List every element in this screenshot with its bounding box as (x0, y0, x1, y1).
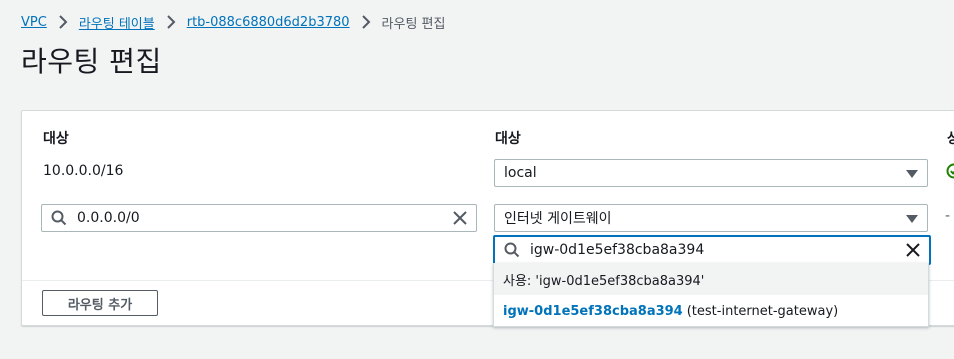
option-internet-gateway[interactable]: igw-0d1e5ef38cba8a394 (test-internet-gat… (494, 295, 928, 327)
target-id-search-field[interactable] (493, 235, 931, 265)
target-options-dropdown: 사용: 'igw-0d1e5ef38cba8a394' igw-0d1e5ef3… (493, 263, 929, 327)
chevron-right-icon (356, 12, 376, 32)
clear-icon[interactable] (905, 242, 921, 258)
target-select-local[interactable]: local (494, 159, 928, 187)
option-use-typed-value[interactable]: 사용: 'igw-0d1e5ef38cba8a394' (494, 263, 928, 295)
breadcrumb-vpc[interactable]: VPC (21, 15, 47, 30)
breadcrumb-route-tables[interactable]: 라우팅 테이블 (79, 13, 155, 32)
route-destination-value: 10.0.0.0/16 (43, 163, 124, 179)
target-id-input[interactable] (530, 242, 905, 258)
caret-down-icon (906, 170, 918, 178)
breadcrumb-route-table-id[interactable]: rtb-088c6880d6d2b3780 (187, 15, 350, 30)
caret-down-icon (906, 215, 918, 223)
search-icon (504, 242, 520, 258)
page-title: 라우팅 편집 (21, 45, 162, 78)
target-select-value: local (504, 165, 537, 181)
breadcrumb-current: 라우팅 편집 (381, 16, 446, 32)
chevron-right-icon (53, 12, 73, 32)
status-value: - (945, 208, 951, 224)
destination-input[interactable] (77, 210, 452, 226)
target-select-type[interactable]: 인터넷 게이트웨이 (494, 204, 928, 232)
breadcrumb: VPC 라우팅 테이블 rtb-088c6880d6d2b3780 라우팅 편집 (21, 12, 445, 32)
option-gateway-id: igw-0d1e5ef38cba8a394 (503, 303, 683, 319)
status-column-header: 상 (947, 131, 954, 147)
target-column-header: 대상 (495, 131, 521, 147)
add-route-button[interactable]: 라우팅 추가 (42, 290, 158, 316)
search-icon (51, 210, 67, 226)
destination-search-field[interactable] (41, 204, 477, 232)
destination-column-header: 대상 (43, 131, 69, 147)
clear-icon[interactable] (452, 210, 468, 226)
chevron-right-icon (161, 12, 181, 32)
target-select-value: 인터넷 게이트웨이 (504, 211, 612, 227)
status-success-icon (946, 163, 954, 179)
option-gateway-name: (test-internet-gateway) (686, 303, 839, 319)
